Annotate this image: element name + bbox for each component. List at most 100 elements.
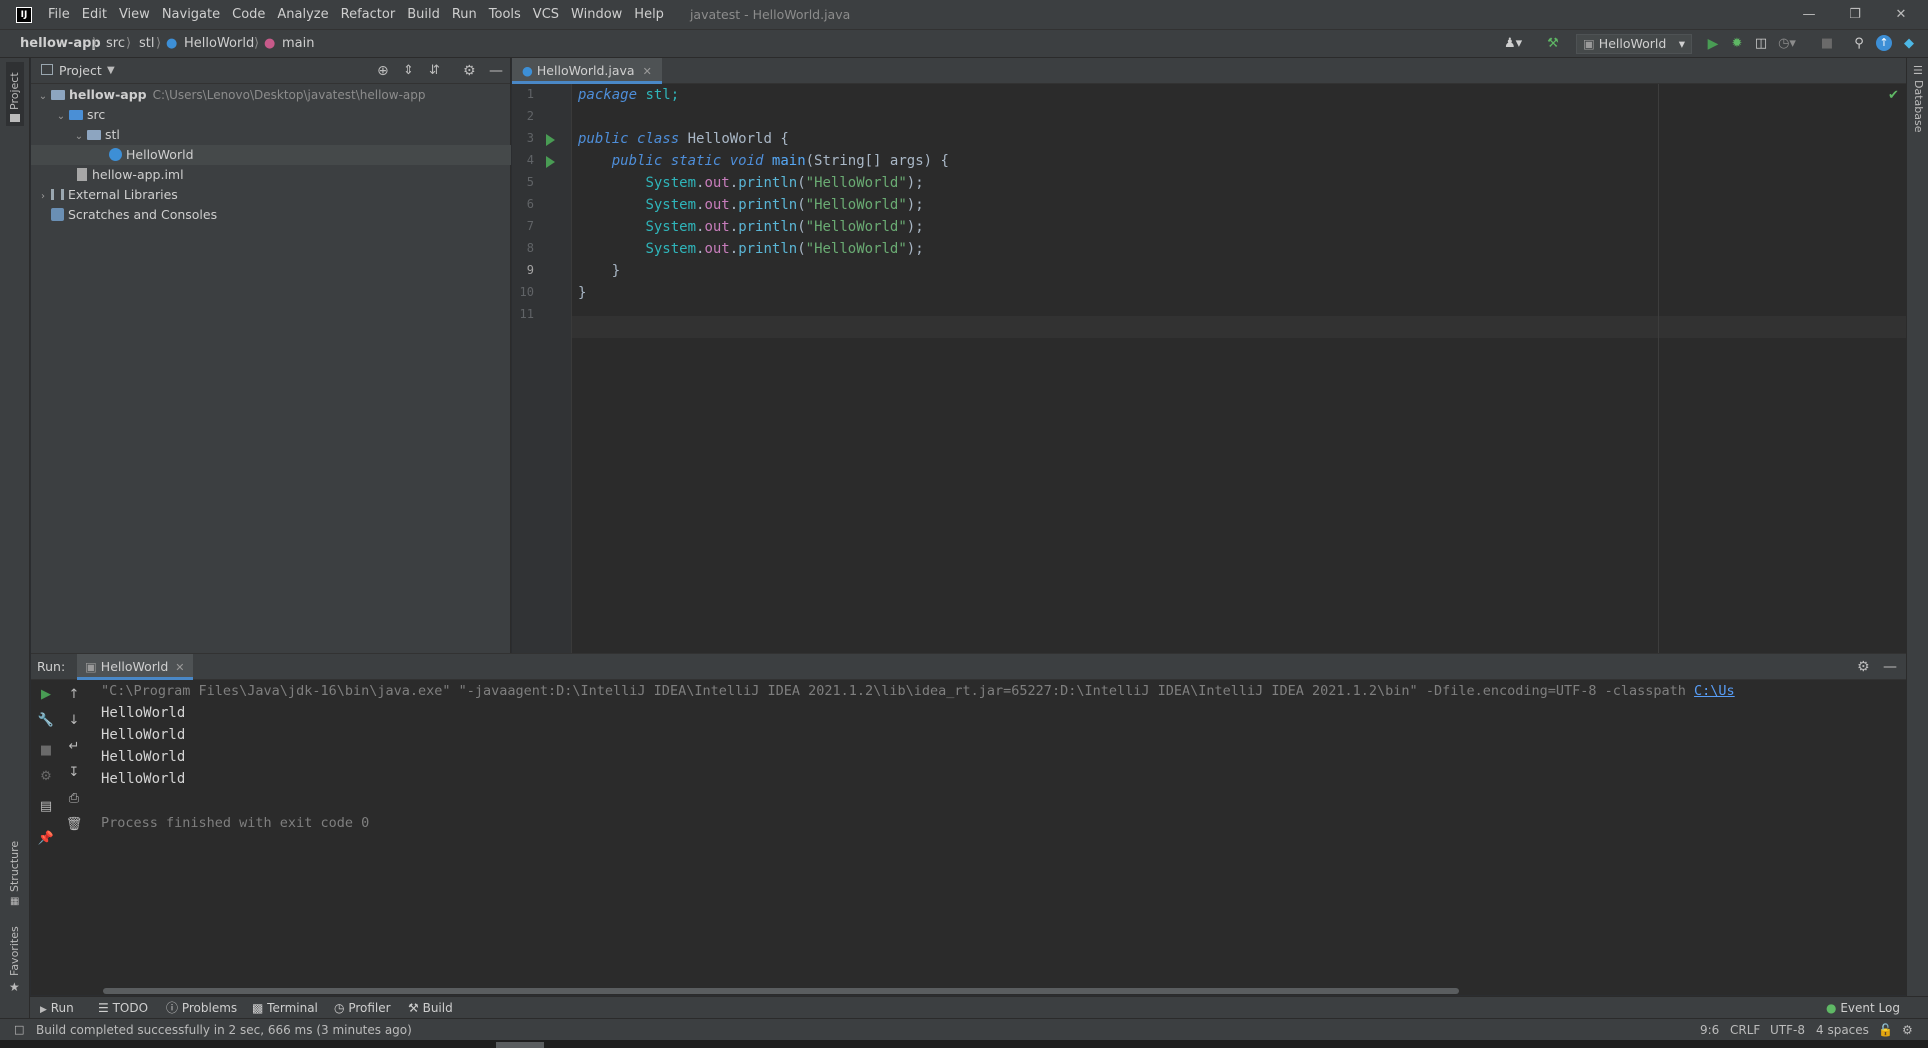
tree-item-package[interactable]: ⌄ stl	[31, 125, 511, 145]
coverage-icon[interactable]: ◫	[1752, 35, 1770, 53]
soft-wrap-icon[interactable]: ↵	[63, 736, 85, 758]
profile-icon[interactable]: ◷▾	[1778, 35, 1796, 53]
collapse-all-icon[interactable]: ⇵	[429, 58, 440, 84]
wrench-icon[interactable]: 🔧	[35, 710, 57, 732]
run-main-gutter-icon[interactable]	[546, 156, 555, 168]
tree-item-project[interactable]: ⌄ hellow-app C:\Users\Lenovo\Desktop\javat…	[31, 85, 511, 105]
indent-setting[interactable]: 4 spaces	[1816, 1019, 1869, 1041]
menu-analyze[interactable]: Analyze	[271, 0, 334, 30]
layout-icon[interactable]: ▤	[35, 796, 57, 818]
tree-item-class[interactable]: HelloWorld	[31, 145, 511, 165]
build-hammer-icon[interactable]: ⚒	[1544, 35, 1562, 53]
expand-arrow-icon[interactable]: ⌄	[37, 87, 49, 107]
menu-refactor[interactable]: Refactor	[335, 0, 402, 30]
menu-help[interactable]: Help	[628, 0, 670, 30]
inspector-icon[interactable]: ⚙	[1902, 1019, 1913, 1041]
gear-icon[interactable]: ⚙	[463, 58, 476, 84]
tree-item-scratches[interactable]: Scratches and Consoles	[31, 205, 511, 225]
expand-arrow-icon[interactable]: ⌄	[73, 127, 85, 147]
tree-item-src[interactable]: ⌄ src	[31, 105, 511, 125]
tool-tab-build[interactable]: ⚒ Build	[408, 997, 453, 1019]
tree-item-external-libraries[interactable]: › External Libraries	[31, 185, 511, 205]
rerun-icon[interactable]: ▶	[35, 684, 57, 706]
tool-tab-todo[interactable]: ☰ TODO	[98, 997, 148, 1019]
menu-navigate[interactable]: Navigate	[156, 0, 226, 30]
code-line-10[interactable]: }	[578, 282, 586, 304]
menu-build[interactable]: Build	[401, 0, 446, 30]
trash-icon[interactable]: 🗑	[63, 814, 85, 836]
code-line-5[interactable]: System.out.println("HelloWorld");	[578, 172, 923, 194]
classpath-link[interactable]: C:\Us	[1694, 683, 1735, 699]
minimize-icon[interactable]: —	[1786, 0, 1832, 30]
project-view-selector[interactable]: Project	[59, 58, 102, 84]
run-tab-helloworld[interactable]: ▣ HelloWorld ✕	[77, 654, 193, 680]
run-icon[interactable]: ▶	[1704, 35, 1722, 53]
inspection-ok-icon[interactable]: ✔	[1888, 88, 1899, 103]
lock-icon[interactable]: 🔓	[1878, 1019, 1893, 1041]
menu-file[interactable]: File	[42, 0, 76, 30]
menu-run[interactable]: Run	[446, 0, 483, 30]
collapse-arrow-icon[interactable]: ›	[37, 187, 49, 207]
code-line-3[interactable]: public class HelloWorld {	[578, 128, 789, 150]
project-tool-button[interactable]: Project	[6, 62, 24, 126]
code-line-9[interactable]: }	[578, 260, 620, 282]
tool-tab-terminal[interactable]: ▩ Terminal	[252, 997, 318, 1019]
menu-window[interactable]: Window	[565, 0, 628, 30]
tool-tab-profiler[interactable]: ◷ Profiler	[334, 997, 391, 1019]
code-line-7[interactable]: System.out.println("HelloWorld");	[578, 216, 923, 238]
tool-tab-run[interactable]: ▶ Run	[40, 997, 74, 1019]
debug-icon[interactable]: ✹	[1728, 35, 1746, 53]
locate-icon[interactable]: ⊕	[377, 58, 389, 84]
scroll-up-icon[interactable]: ↑	[63, 684, 85, 706]
stop-icon[interactable]: ■	[1818, 35, 1836, 53]
breadcrumb-method[interactable]: main	[282, 30, 314, 58]
menu-view[interactable]: View	[113, 0, 156, 30]
code-line-8[interactable]: System.out.println("HelloWorld");	[578, 238, 923, 260]
caret-position[interactable]: 9:6	[1700, 1019, 1719, 1041]
user-icon[interactable]: ♟▾	[1504, 35, 1522, 53]
run-config-selector[interactable]: ▣ HelloWorld ▾	[1576, 34, 1692, 54]
favorites-tool-button[interactable]: Favorites ★	[6, 914, 24, 994]
print-icon[interactable]: ⎙	[63, 788, 85, 810]
editor-tab-helloworld[interactable]: ● HelloWorld.java ✕	[512, 58, 662, 84]
menu-vcs[interactable]: VCS	[527, 0, 565, 30]
gear-icon[interactable]: ⚙	[1857, 654, 1870, 680]
menu-tools[interactable]: Tools	[483, 0, 527, 30]
hide-panel-icon[interactable]: —	[489, 58, 503, 84]
breadcrumb-class[interactable]: HelloWorld	[184, 30, 254, 58]
code-line-4[interactable]: public static void main(String[] args) {	[578, 150, 949, 172]
file-encoding[interactable]: UTF-8	[1770, 1019, 1805, 1041]
expand-arrow-icon[interactable]: ⌄	[55, 107, 67, 127]
toggle-tool-windows-icon[interactable]: □	[14, 1019, 24, 1041]
menu-edit[interactable]: Edit	[76, 0, 113, 30]
scroll-down-icon[interactable]: ↓	[63, 710, 85, 732]
tree-item-iml[interactable]: hellow-app.iml	[31, 165, 511, 185]
line-separator[interactable]: CRLF	[1730, 1019, 1760, 1041]
close-tab-icon[interactable]: ✕	[175, 661, 184, 674]
expand-all-icon[interactable]: ⇕	[403, 58, 414, 84]
plugin-icon[interactable]: ◆	[1900, 35, 1918, 53]
stop-icon[interactable]: ■	[35, 740, 57, 762]
close-window-icon[interactable]: ✕	[1878, 0, 1924, 30]
breadcrumb-package[interactable]: stl	[139, 30, 154, 58]
horizontal-scrollbar[interactable]	[103, 988, 1459, 994]
database-tool-button[interactable]: ☰ Database	[1909, 62, 1927, 142]
scroll-to-end-icon[interactable]: ↧	[63, 762, 85, 784]
code-line-6[interactable]: System.out.println("HelloWorld");	[578, 194, 923, 216]
event-log-button[interactable]: ● Event Log	[1826, 997, 1900, 1019]
update-icon[interactable]: ↑	[1876, 35, 1892, 51]
breadcrumb-src[interactable]: src	[106, 30, 125, 58]
tool-tab-problems[interactable]: ⓘ Problems	[166, 997, 237, 1019]
run-class-gutter-icon[interactable]	[546, 134, 555, 146]
restore-icon[interactable]: ❐	[1832, 0, 1878, 30]
breadcrumb-project[interactable]: hellow-app	[20, 30, 101, 58]
status-message[interactable]: Build completed successfully in 2 sec, 6…	[36, 1019, 412, 1041]
pin-icon[interactable]: 📌	[35, 828, 57, 850]
code-line-1[interactable]: package stl;	[578, 84, 679, 106]
search-icon[interactable]: ⚲	[1850, 35, 1868, 53]
structure-tool-button[interactable]: Structure ▦	[6, 828, 24, 908]
close-tab-icon[interactable]: ✕	[643, 65, 652, 78]
hide-panel-icon[interactable]: —	[1883, 654, 1897, 680]
dump-threads-icon[interactable]: ⚙	[35, 766, 57, 788]
chevron-down-icon[interactable]: ▼	[107, 58, 115, 84]
